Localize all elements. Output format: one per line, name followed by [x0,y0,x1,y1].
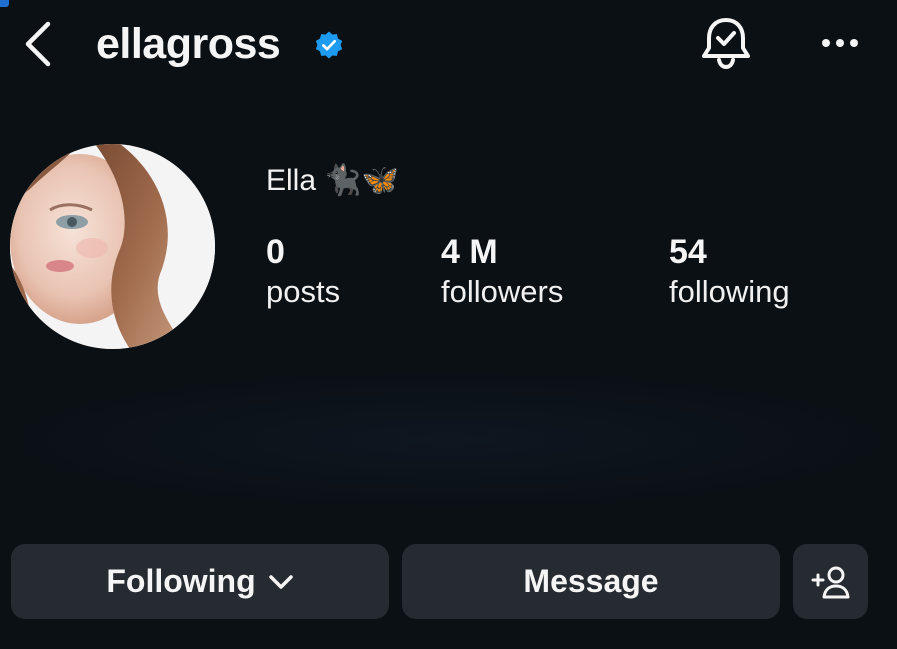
bio-area [0,370,897,510]
following-stat[interactable]: 54 following [669,232,790,312]
profile-username: ellagross [96,20,281,68]
followers-label: followers [441,274,564,309]
posts-label: posts [266,274,341,309]
bell-check-icon [702,18,750,70]
corner-indicator [0,0,9,7]
more-horizontal-icon [822,39,858,47]
posts-stat: 0 posts [266,232,340,312]
profile-avatar[interactable] [10,144,215,349]
add-person-icon [811,566,849,598]
more-options-button[interactable] [812,24,868,62]
notifications-button[interactable] [699,14,753,72]
back-button[interactable] [16,18,60,70]
chevron-left-icon [25,21,51,67]
display-name: Ella 🐈‍⬛🦋 [266,164,400,197]
following-button-label: Following [106,563,256,599]
following-button[interactable]: Following [11,544,389,619]
message-button[interactable]: Message [402,544,780,619]
avatar-portrait [10,144,215,349]
following-count: 54 [669,233,707,271]
message-button-label: Message [523,563,659,599]
add-user-button[interactable] [793,544,868,619]
verified-badge-icon [315,31,343,59]
posts-count: 0 [266,233,285,271]
chevron-down-icon [268,574,293,589]
followers-count: 4 M [441,233,498,271]
following-label: following [669,274,790,309]
profile-screen: ellagross [0,0,897,649]
followers-stat[interactable]: 4 M followers [441,232,563,312]
